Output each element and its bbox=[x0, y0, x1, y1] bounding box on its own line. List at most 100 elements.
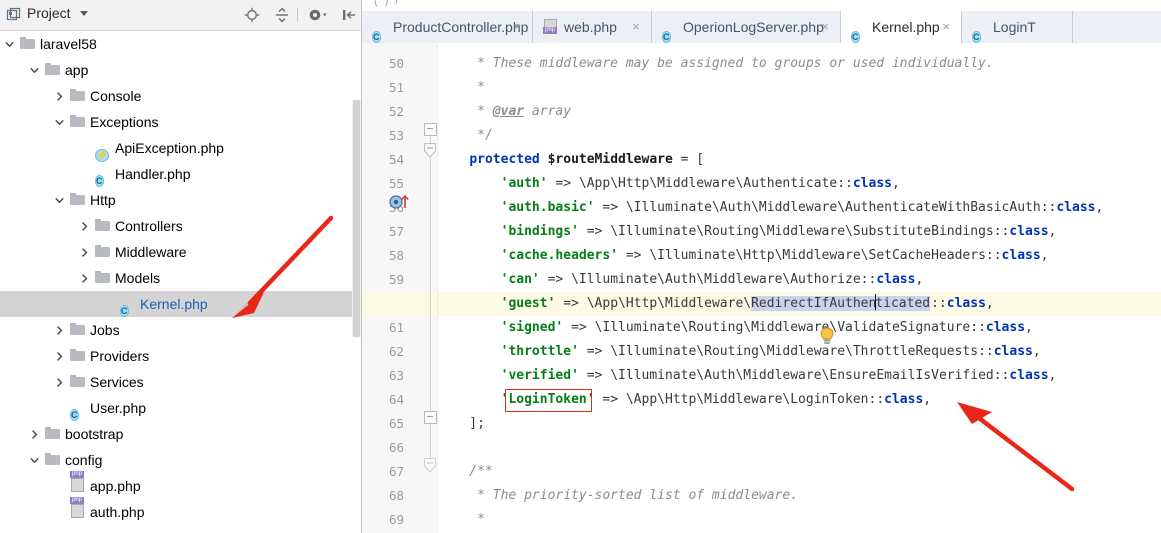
close-icon[interactable]: × bbox=[629, 11, 643, 43]
tree-row[interactable]: bootstrap bbox=[0, 421, 362, 447]
editor-tab-label: ProductController.php bbox=[393, 19, 529, 35]
tree-row-label: Middleware bbox=[115, 244, 187, 260]
line-number: 53 bbox=[388, 128, 404, 143]
tree-row[interactable]: laravel58 bbox=[0, 31, 362, 57]
chevron-right-icon[interactable] bbox=[52, 83, 66, 109]
tree-row[interactable]: Jobs bbox=[0, 317, 362, 343]
chevron-right-icon[interactable] bbox=[77, 213, 91, 239]
project-panel: Project laravel58 app Console Exceptions… bbox=[0, 0, 362, 533]
gear-icon[interactable] bbox=[307, 6, 327, 24]
chevron-right-icon[interactable] bbox=[52, 343, 66, 369]
tree-row[interactable]: C User.php bbox=[0, 395, 362, 421]
collapse-all-icon[interactable] bbox=[273, 6, 291, 24]
chevron-down-icon[interactable] bbox=[52, 109, 66, 135]
tree-row[interactable]: Models bbox=[0, 265, 362, 291]
line-number: 68 bbox=[388, 488, 404, 503]
chevron-down-icon[interactable] bbox=[27, 447, 41, 473]
code-line[interactable]: protected $routeMiddleware = [ bbox=[438, 148, 704, 172]
locate-icon[interactable] bbox=[243, 6, 261, 24]
chevron-right-icon[interactable] bbox=[77, 265, 91, 291]
code-editor[interactable]: 5051525354555657585960616263646566676869… bbox=[362, 43, 1161, 533]
tree-row[interactable]: Console bbox=[0, 83, 362, 109]
tree-row[interactable]: Services bbox=[0, 369, 362, 395]
editor-tab-label: Kernel.php bbox=[872, 19, 940, 35]
chevron-right-icon[interactable] bbox=[27, 421, 41, 447]
code-line[interactable]: 'throttle' => \Illuminate\Routing\Middle… bbox=[438, 340, 1041, 364]
line-number: 58 bbox=[388, 248, 404, 263]
code-line[interactable]: 'LoginToken' => \App\Http\Middleware\Log… bbox=[438, 388, 932, 412]
fold-marker-65[interactable] bbox=[424, 411, 437, 424]
line-number: 54 bbox=[388, 152, 404, 167]
tree-row[interactable]: Middleware bbox=[0, 239, 362, 265]
tree-row-label: Models bbox=[115, 270, 161, 286]
tree-row-label: Controllers bbox=[115, 218, 183, 234]
tree-row[interactable]: Exceptions bbox=[0, 109, 362, 135]
line-number: 69 bbox=[388, 512, 404, 527]
tree-row-label: Console bbox=[90, 88, 142, 104]
code-line[interactable]: 'cache.headers' => \Illuminate\Http\Midd… bbox=[438, 244, 1049, 268]
editor-area: ( ) / C ProductController.php × php web.php ×… bbox=[362, 0, 1161, 533]
code-line[interactable]: * bbox=[438, 76, 485, 100]
code-line[interactable]: * bbox=[438, 508, 485, 532]
tree-row[interactable]: php auth.php bbox=[0, 497, 362, 525]
close-icon[interactable]: × bbox=[510, 11, 524, 43]
toolbar-divider bbox=[297, 8, 298, 22]
code-line[interactable]: * These middleware may be assigned to gr… bbox=[438, 52, 994, 76]
hide-panel-icon[interactable] bbox=[340, 6, 358, 24]
tree-row-label: Kernel.php bbox=[140, 296, 208, 312]
code-line[interactable]: 'auth' => \App\Http\Middleware\Authentic… bbox=[438, 172, 900, 196]
chevron-right-icon[interactable] bbox=[52, 317, 66, 343]
editor-tab[interactable]: C ProductController.php × bbox=[362, 11, 533, 43]
fold-marker-53[interactable] bbox=[424, 123, 437, 136]
code-line[interactable]: /** bbox=[438, 460, 493, 484]
project-tree[interactable]: laravel58 app Console Exceptions ⚡ ApiExcepti… bbox=[0, 31, 362, 533]
php-class-icon: C bbox=[70, 409, 79, 421]
fold-marker-67[interactable] bbox=[424, 458, 436, 473]
chevron-down-icon[interactable] bbox=[27, 57, 41, 83]
editor-tab[interactable]: C Kernel.php × bbox=[841, 11, 962, 44]
code-line[interactable]: 'signed' => \Illuminate\Routing\Middlewa… bbox=[438, 316, 1033, 340]
fold-marker-54[interactable] bbox=[424, 143, 436, 158]
project-scrollbar-thumb[interactable] bbox=[353, 100, 360, 337]
close-icon[interactable]: × bbox=[818, 11, 832, 43]
code-line[interactable]: */ bbox=[438, 124, 493, 148]
editor-tab[interactable]: C LoginT bbox=[962, 11, 1073, 43]
code-line[interactable]: ]; bbox=[438, 412, 485, 436]
tree-row[interactable]: config bbox=[0, 447, 362, 473]
tree-row-label: app bbox=[65, 62, 89, 78]
tree-row-label: bootstrap bbox=[65, 426, 124, 442]
tree-row[interactable]: Providers bbox=[0, 343, 362, 369]
tree-row[interactable]: Http bbox=[0, 187, 362, 213]
chevron-down-icon[interactable] bbox=[2, 31, 16, 57]
tree-row[interactable]: ⚡ ApiException.php bbox=[0, 135, 362, 162]
chevron-down-icon[interactable] bbox=[52, 187, 66, 213]
editor-tab-bar[interactable]: C ProductController.php × php web.php × C Operi… bbox=[362, 11, 1161, 44]
editor-tab-label: OperionLogServer.php bbox=[683, 19, 824, 35]
code-line[interactable]: * The priority-sorted list of middleware… bbox=[438, 484, 798, 508]
chevron-right-icon[interactable] bbox=[77, 239, 91, 265]
tree-row[interactable]: Controllers bbox=[0, 213, 362, 239]
tree-row-label: Handler.php bbox=[115, 166, 191, 182]
line-number: 65 bbox=[388, 416, 404, 431]
tree-row[interactable]: app bbox=[0, 57, 362, 83]
code-line[interactable]: 'auth.basic' => \Illuminate\Auth\Middlew… bbox=[438, 196, 1104, 220]
line-number: 67 bbox=[388, 464, 404, 479]
chevron-right-icon[interactable] bbox=[52, 369, 66, 395]
tree-row[interactable]: php app.php bbox=[0, 471, 362, 499]
chevron-down-icon[interactable] bbox=[80, 11, 88, 16]
project-view-icon bbox=[6, 7, 22, 23]
code-line[interactable]: * @var array bbox=[438, 100, 571, 124]
code-line[interactable]: 'verified' => \Illuminate\Auth\Middlewar… bbox=[438, 364, 1057, 388]
editor-tab[interactable]: php web.php × bbox=[533, 11, 652, 43]
tree-row[interactable]: C Kernel.php bbox=[0, 291, 362, 317]
code-line[interactable]: 'can' => \Illuminate\Auth\Middleware\Aut… bbox=[438, 268, 924, 292]
editor-tab-label: LoginT bbox=[993, 19, 1036, 35]
line-number: 59 bbox=[388, 272, 404, 287]
editor-tab[interactable]: C OperionLogServer.php × bbox=[652, 11, 841, 43]
text-selection: 'guest' => \App\Http\Middleware\Redirect… bbox=[751, 294, 931, 311]
line-number: 66 bbox=[388, 440, 404, 455]
code-line[interactable]: 'bindings' => \Illuminate\Routing\Middle… bbox=[438, 220, 1057, 244]
tree-row[interactable]: C Handler.php bbox=[0, 161, 362, 187]
close-icon[interactable]: × bbox=[939, 11, 953, 43]
line-number: 50 bbox=[388, 56, 404, 71]
